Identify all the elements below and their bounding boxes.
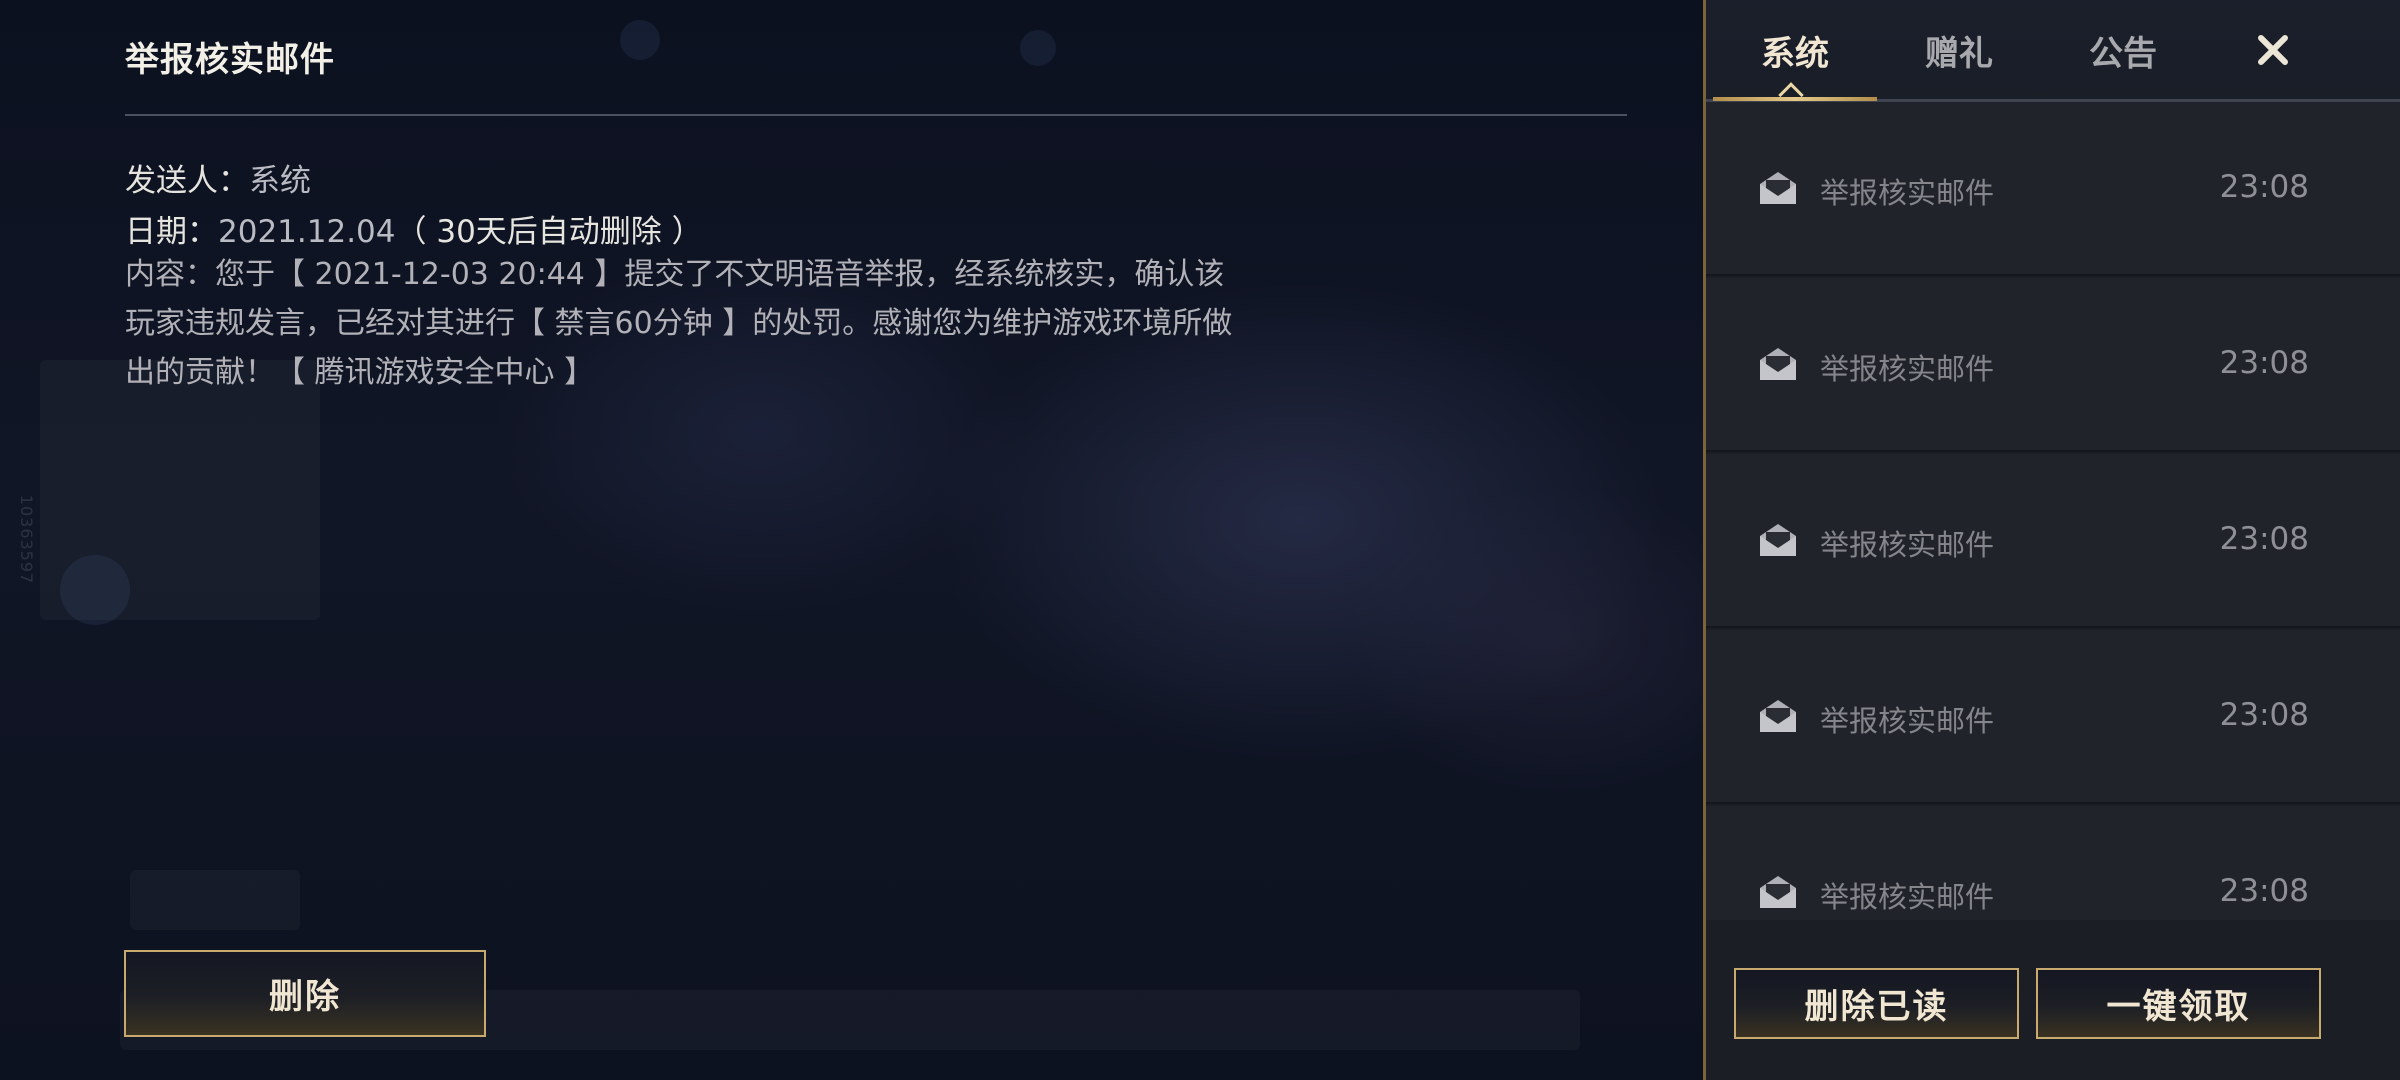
mail-list-item[interactable]: 举报核实邮件 23:08 xyxy=(1706,278,2400,452)
close-button[interactable] xyxy=(2243,20,2303,80)
mail-content: 内容：您于【 2021-12-03 20:44 】提交了不文明语音举报，经系统核… xyxy=(125,257,1233,390)
date-note: （ 30天后自动删除 ） xyxy=(395,214,703,250)
game-mail-screen: 10363597 举报核实邮件 发送人：系统 日期：2021.12.04（ 30… xyxy=(0,0,2400,1080)
date-label: 日期： xyxy=(125,214,218,250)
mail-item-title: 举报核实邮件 xyxy=(1820,528,1995,562)
mail-item-title: 举报核实邮件 xyxy=(1820,880,1995,914)
mail-detail-title: 举报核实邮件 xyxy=(125,40,335,80)
sender-label: 发送人： xyxy=(125,163,249,199)
mail-list-item[interactable]: 举报核实邮件 23:08 xyxy=(1706,102,2400,276)
sender-value: 系统 xyxy=(249,163,311,199)
delete-button[interactable]: 删除 xyxy=(124,950,486,1037)
claim-all-button[interactable]: 一键领取 xyxy=(2036,968,2321,1039)
envelope-open-icon xyxy=(1760,172,1796,204)
mail-item-time: 23:08 xyxy=(2219,345,2309,381)
mailbox-tabs: 系统 赠礼 公告 xyxy=(1706,0,2400,108)
mailbox-panel: 系统 赠礼 公告 举报核实邮件 23:08 举报核实邮件 23:08 举报核实邮… xyxy=(1703,0,2400,1080)
title-divider xyxy=(125,114,1627,116)
mail-item-time: 23:08 xyxy=(2219,697,2309,733)
envelope-open-icon xyxy=(1760,348,1796,380)
tab-announcements[interactable]: 公告 xyxy=(2041,0,2205,100)
mail-detail-panel: 举报核实邮件 发送人：系统 日期：2021.12.04（ 30天后自动删除 ） … xyxy=(0,0,1703,1080)
date-line: 日期：2021.12.04（ 30天后自动删除 ） xyxy=(125,206,703,251)
mail-item-title: 举报核实邮件 xyxy=(1820,352,1995,386)
envelope-open-icon xyxy=(1760,876,1796,908)
mail-item-time: 23:08 xyxy=(2219,169,2309,205)
mail-list-item[interactable]: 举报核实邮件 23:08 xyxy=(1706,806,2400,920)
mail-list: 举报核实邮件 23:08 举报核实邮件 23:08 举报核实邮件 23:08 举… xyxy=(1706,102,2400,920)
envelope-open-icon xyxy=(1760,524,1796,556)
mail-list-item[interactable]: 举报核实邮件 23:08 xyxy=(1706,630,2400,804)
tab-system[interactable]: 系统 xyxy=(1713,0,1877,100)
mail-item-time: 23:08 xyxy=(2219,521,2309,557)
sender-line: 发送人：系统 xyxy=(125,155,311,200)
mail-item-time: 23:08 xyxy=(2219,873,2309,909)
close-icon xyxy=(2258,35,2288,65)
delete-read-button[interactable]: 删除已读 xyxy=(1734,968,2019,1039)
date-value: 2021.12.04 xyxy=(218,214,396,250)
mail-item-title: 举报核实邮件 xyxy=(1820,704,1995,738)
tab-gifts[interactable]: 赠礼 xyxy=(1877,0,2041,100)
mail-item-title: 举报核实邮件 xyxy=(1820,176,1995,210)
envelope-open-icon xyxy=(1760,700,1796,732)
mail-list-item[interactable]: 举报核实邮件 23:08 xyxy=(1706,454,2400,628)
